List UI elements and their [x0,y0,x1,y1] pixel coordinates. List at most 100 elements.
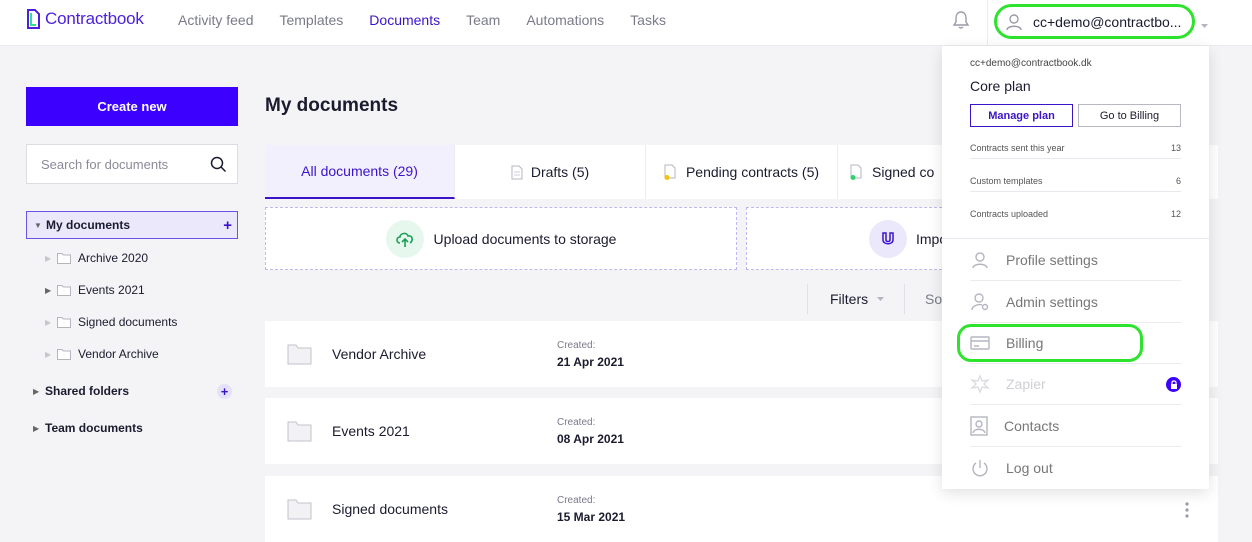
magnet-icon [869,219,907,258]
document-name[interactable]: Vendor Archive [332,346,557,362]
tree-item-vendor-archive[interactable]: ▶ Vendor Archive [26,338,238,370]
folder-icon [57,317,71,328]
caret-right-icon[interactable]: ▶ [33,424,45,433]
sort-dropdown[interactable]: So [904,284,942,314]
top-navigation-bar: Contractbook Activity feed Templates Doc… [0,0,1252,46]
menu-label: Profile settings [1006,252,1098,268]
menu-item-log-out[interactable]: Log out [970,447,1181,488]
import-documents-card[interactable]: Impo [746,207,947,270]
nav-tasks[interactable]: Tasks [630,12,666,28]
add-folder-icon[interactable]: + [223,217,232,234]
signed-document-icon [850,164,862,180]
topbar-divider [987,0,988,46]
admin-gear-icon [971,293,989,311]
tab-drafts[interactable]: Drafts (5) [455,145,646,199]
caret-right-icon[interactable]: ▶ [33,387,45,396]
tab-signed-contracts[interactable]: Signed co [838,145,958,199]
menu-item-profile-settings[interactable]: Profile settings [970,240,1181,281]
nav-automations[interactable]: Automations [526,12,604,28]
tree-label: Team documents [45,421,143,435]
contractbook-logo[interactable]: Contractbook [26,9,144,29]
caret-right-icon: ▶ [45,349,52,359]
add-shared-folder-icon[interactable]: + [217,383,232,399]
tree-label: Archive 2020 [78,251,149,265]
stat-label: Contracts sent this year [970,142,1065,153]
tree-label: Vendor Archive [78,347,159,361]
lock-icon [1166,376,1181,392]
tab-pending-contracts[interactable]: Pending contracts (5) [646,145,838,199]
upload-documents-card[interactable]: Upload documents to storage [265,207,737,270]
document-icon [511,165,523,179]
create-new-button[interactable]: Create new [26,87,238,126]
user-menu-button[interactable]: cc+demo@contractbo... [994,4,1195,39]
search-placeholder: Search for documents [41,156,169,172]
menu-label: Log out [1006,459,1053,476]
user-dropdown-menu: cc+demo@contractbook.dk Core plan Manage… [942,46,1209,489]
upload-label: Upload documents to storage [433,230,617,247]
menu-item-zapier: Zapier [970,364,1181,405]
user-avatar-icon [1006,13,1022,30]
dropdown-divider [942,238,1209,239]
account-email: cc+demo@contractbook.dk [970,58,1092,69]
created-value: 08 Apr 2021 [557,431,624,446]
menu-item-admin-settings[interactable]: Admin settings [970,282,1181,323]
chevron-down-icon[interactable] [1200,16,1209,34]
go-to-billing-button[interactable]: Go to Billing [1078,104,1181,127]
tab-all-documents[interactable]: All documents (29) [265,145,455,199]
user-email: cc+demo@contractbo... [1033,13,1182,30]
created-label: Created: [557,494,596,506]
menu-item-contacts[interactable]: Contacts [970,406,1181,447]
contractbook-logo-icon [27,9,40,29]
nav-team[interactable]: Team [466,12,500,28]
nav-documents[interactable]: Documents [369,12,440,28]
menu-label: Admin settings [1006,294,1098,310]
tree-label: My documents [46,218,131,232]
document-name[interactable]: Events 2021 [332,423,557,439]
billing-highlight-annotation [957,324,1143,362]
plan-name: Core plan [970,78,1031,94]
folder-icon [287,421,312,442]
caret-right-icon[interactable]: ▶ [45,286,57,295]
folder-tree: ▼ My documents + ▶ Archive 2020 ▶ Events… [26,211,238,444]
stat-custom-templates: Custom templates 6 [970,170,1181,192]
folder-icon [57,285,71,296]
tree-item-signed-documents[interactable]: ▶ Signed documents [26,306,238,338]
main-nav: Activity feed Templates Documents Team A… [178,12,666,28]
filters-label: Filters [830,291,869,307]
tree-item-team-documents[interactable]: ▶ Team documents [26,412,238,444]
user-icon [972,252,988,269]
tab-label: All documents (29) [301,163,418,179]
tree-item-shared-folders[interactable]: ▶ Shared folders + [26,375,238,407]
created-value: 21 Apr 2021 [557,354,624,369]
tree-label: Shared folders [45,384,130,398]
folder-icon [57,349,71,360]
notifications-bell-icon[interactable] [951,10,971,35]
brand-name: Contractbook [45,9,144,28]
menu-label: Contacts [1004,418,1060,434]
search-input[interactable]: Search for documents [26,144,238,184]
tab-label: Drafts (5) [530,164,590,180]
tree-item-archive-2020[interactable]: ▶ Archive 2020 [26,242,238,274]
created-date: Created: 08 Apr 2021 [557,417,624,446]
created-label: Created: [557,416,596,428]
menu-label: Zapier [1006,376,1046,392]
nav-activity-feed[interactable]: Activity feed [178,12,253,28]
tree-item-my-documents[interactable]: ▼ My documents + [26,211,238,239]
more-options-icon[interactable] [1185,502,1189,518]
document-name[interactable]: Signed documents [332,501,557,517]
nav-templates[interactable]: Templates [279,12,343,28]
contacts-icon [970,416,988,436]
stat-value: 6 [1175,175,1181,186]
tree-item-events-2021[interactable]: ▶ Events 2021 [26,274,238,306]
created-date: Created: 21 Apr 2021 [557,340,624,369]
filters-dropdown[interactable]: Filters [807,284,885,314]
stat-value: 13 [1170,142,1181,153]
tree-label: Signed documents [78,315,178,329]
zapier-icon [970,374,990,394]
tree-label: Events 2021 [78,283,145,297]
search-icon [210,156,227,172]
created-value: 15 Mar 2021 [557,509,626,524]
stat-contracts-sent: Contracts sent this year 13 [970,137,1181,159]
caret-down-icon[interactable]: ▼ [34,221,46,230]
manage-plan-button[interactable]: Manage plan [970,104,1073,127]
